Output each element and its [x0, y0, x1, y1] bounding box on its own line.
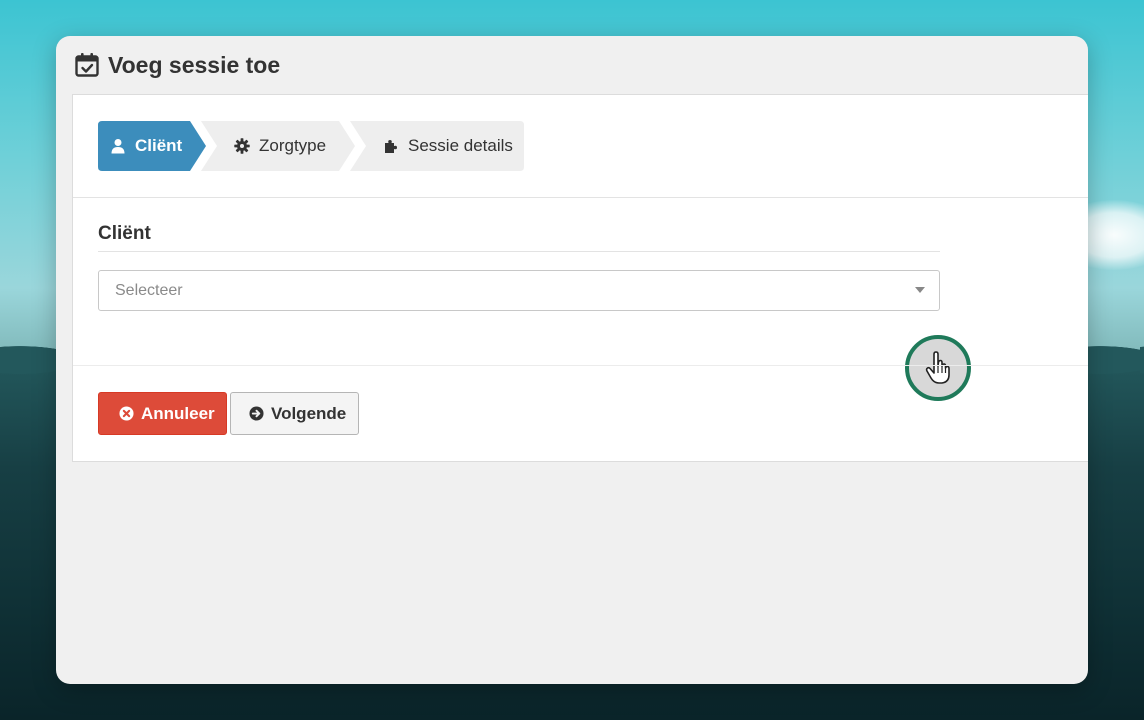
- next-button[interactable]: Volgende: [230, 392, 359, 435]
- pointer-cursor-highlight: [905, 335, 971, 401]
- wizard-steps: Cliënt Zorgtype Sessie details: [98, 121, 524, 171]
- dialog-header: Voeg sessie toe: [56, 36, 1088, 94]
- form-panel: Cliënt Zorgtype Sessie details Cliënt Se…: [72, 94, 1088, 462]
- client-select-placeholder: Selecteer: [115, 281, 183, 299]
- dialog-title: Voeg sessie toe: [108, 51, 281, 78]
- wizard-step-label: Cliënt: [135, 136, 183, 155]
- chevron-down-icon[interactable]: [915, 287, 925, 293]
- wizard-step-label: Zorgtype: [259, 136, 327, 155]
- gear-icon: [234, 138, 250, 154]
- footer-divider: [73, 365, 1088, 366]
- calendar-check-icon: [75, 53, 99, 77]
- cancel-button[interactable]: Annuleer: [98, 392, 227, 435]
- cancel-button-label: Annuleer: [141, 403, 215, 423]
- add-session-dialog: Voeg sessie toe Cliënt Zorgtype Sessie d…: [56, 36, 1088, 684]
- hand-pointer-icon: [925, 351, 950, 384]
- client-label: Cliënt: [98, 223, 940, 252]
- wizard-bar: Cliënt Zorgtype Sessie details: [73, 95, 1088, 198]
- client-select[interactable]: Selecteer: [98, 270, 940, 311]
- wizard-step-client[interactable]: Cliënt: [98, 121, 206, 171]
- puzzle-icon: [385, 140, 397, 153]
- wizard-step-care-type[interactable]: Zorgtype: [201, 121, 355, 171]
- next-button-label: Volgende: [271, 403, 347, 423]
- arrow-circle-right-icon: [249, 406, 264, 421]
- client-form-group: Cliënt Selecteer: [98, 223, 940, 311]
- user-icon: [111, 139, 125, 154]
- times-circle-icon: [119, 406, 134, 421]
- wizard-step-session-details[interactable]: Sessie details: [350, 121, 524, 171]
- wizard-step-label: Sessie details: [408, 136, 513, 155]
